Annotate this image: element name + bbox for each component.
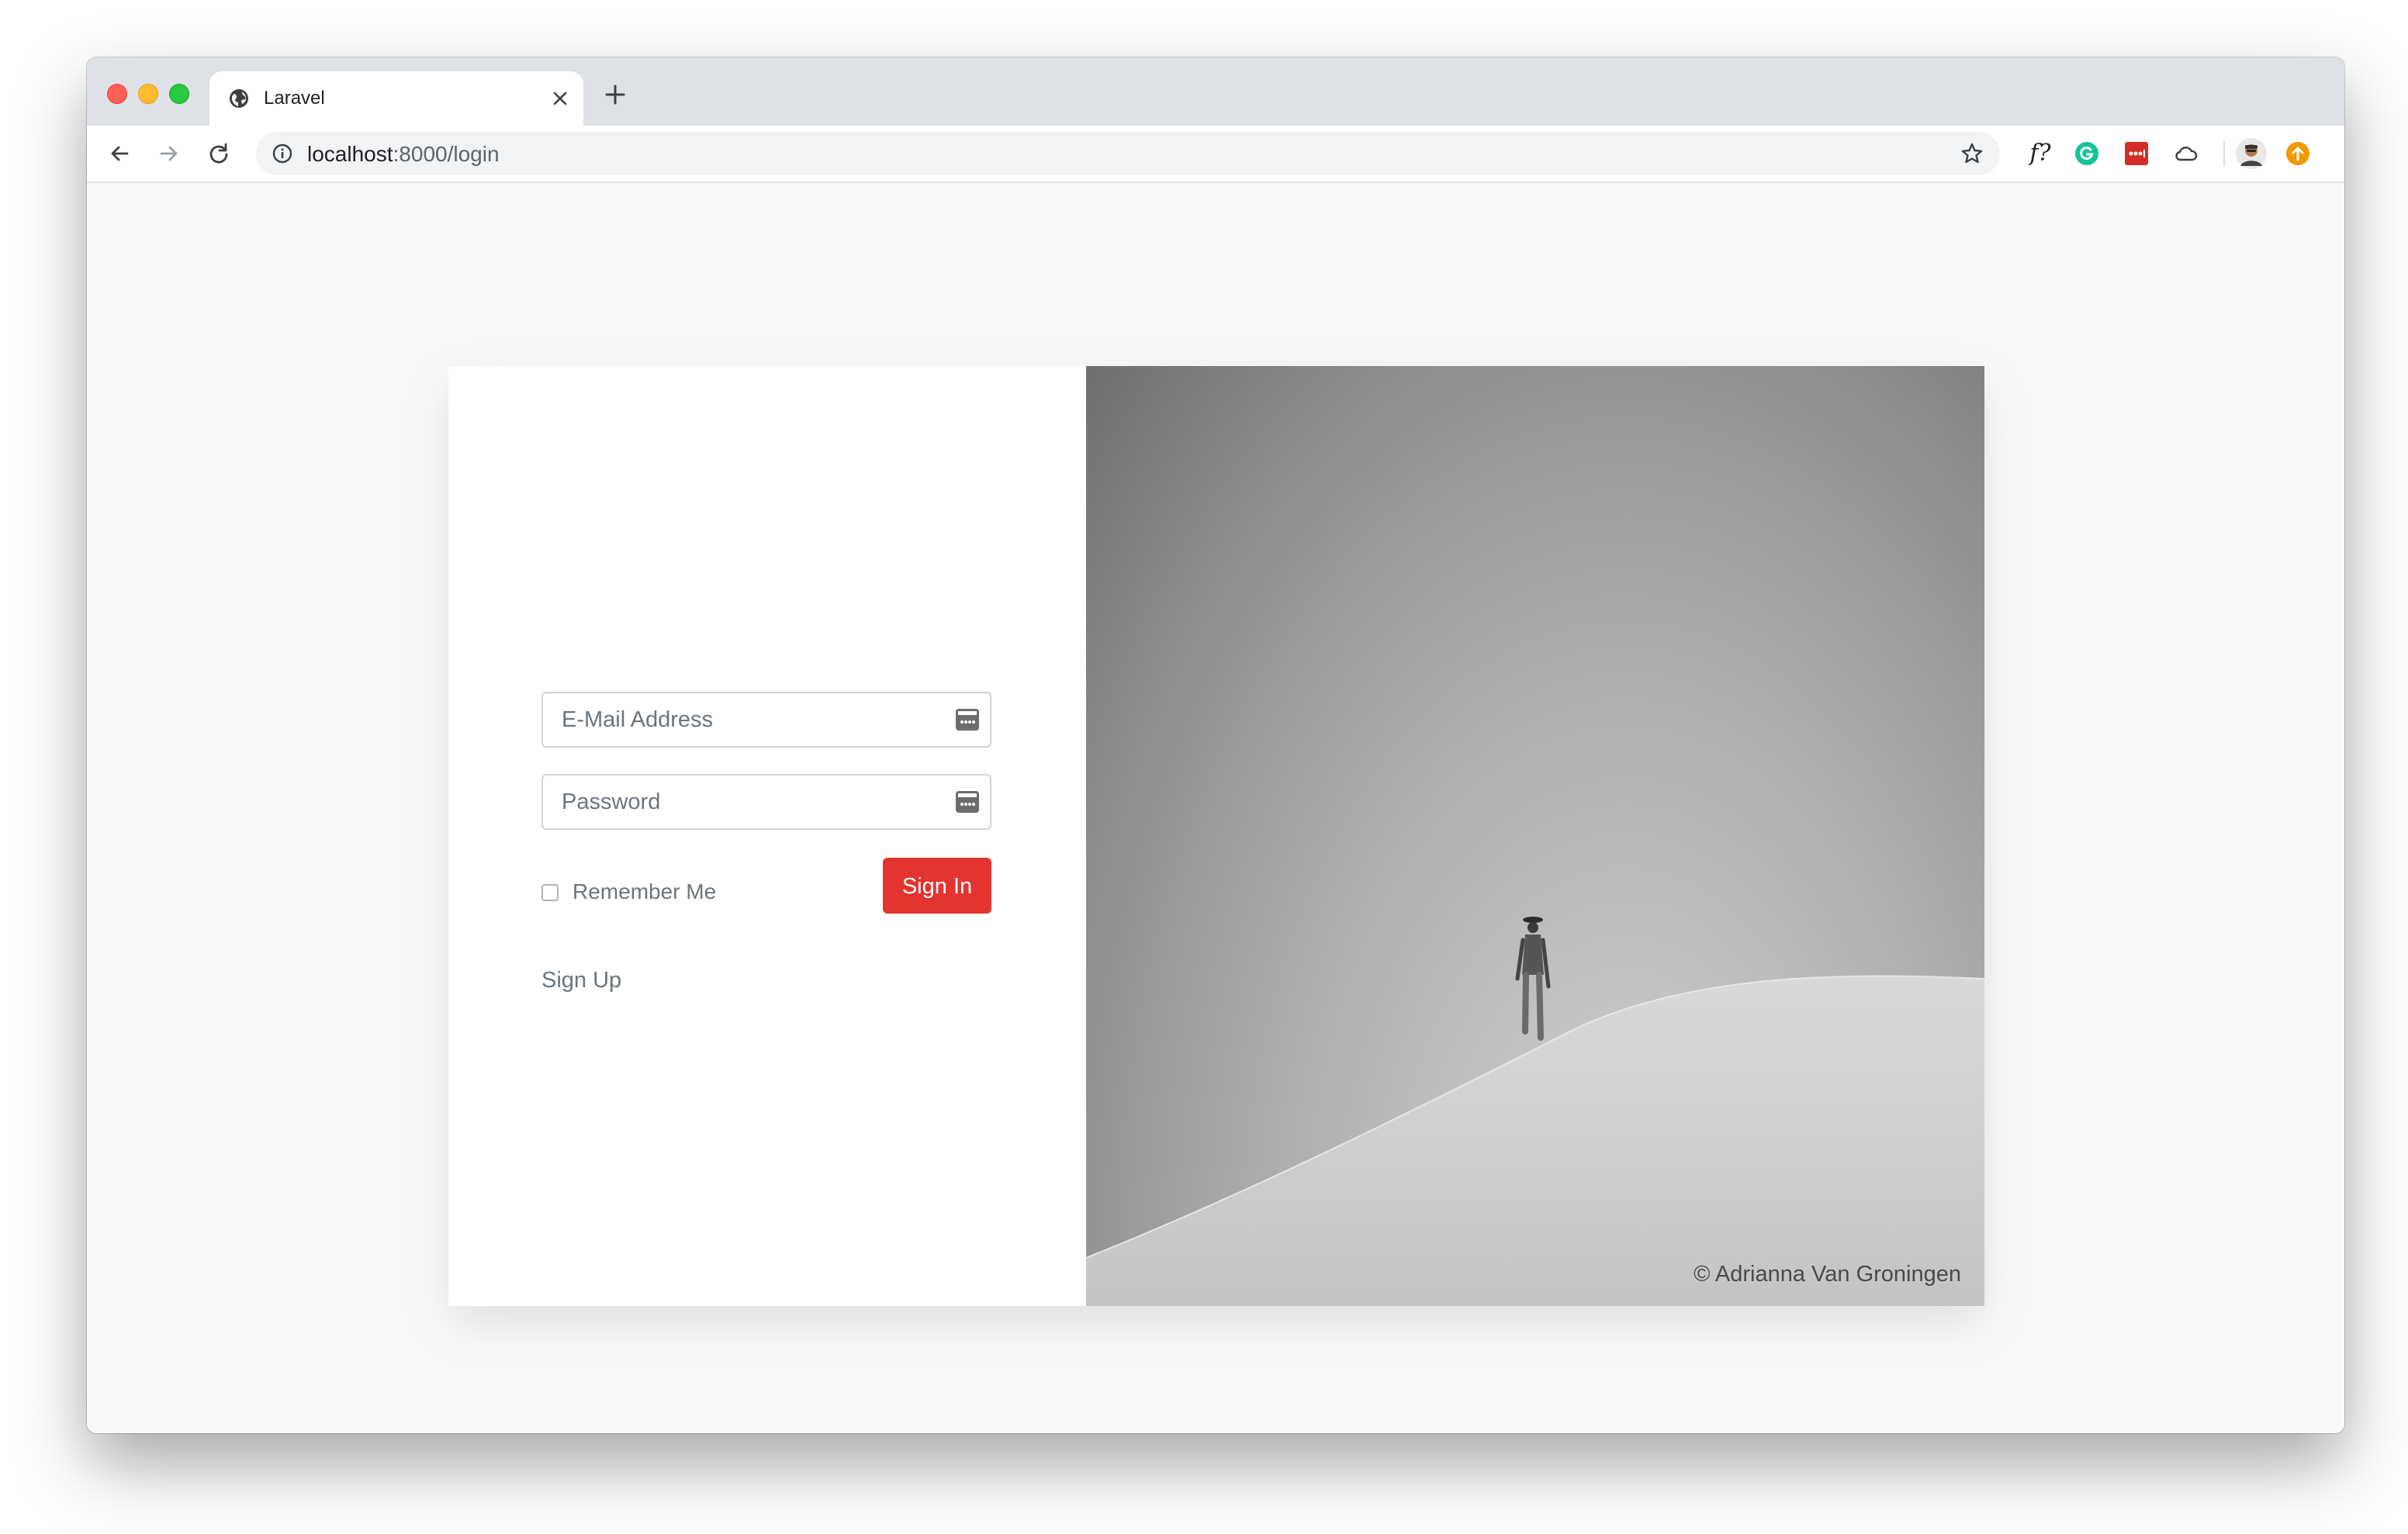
- browser-window: Laravel localhost:8000/login f? E-Mail A…: [87, 57, 2344, 1433]
- toolbar-separator: [2223, 141, 2225, 166]
- address-bar[interactable]: localhost:8000/login: [256, 132, 2000, 175]
- fonts-ninja-icon[interactable]: f?: [2025, 141, 2056, 166]
- sign-up-link[interactable]: Sign Up: [541, 968, 621, 993]
- bookmark-star-icon[interactable]: [1960, 141, 1984, 166]
- forward-arrow-icon[interactable]: [157, 141, 182, 166]
- url-text[interactable]: localhost:8000/login: [307, 142, 500, 167]
- maximize-window-button[interactable]: [169, 84, 189, 104]
- plus-icon[interactable]: [604, 83, 627, 106]
- remember-checkbox[interactable]: [541, 884, 559, 901]
- browser-toolbar: localhost:8000/login f?: [87, 126, 2344, 183]
- close-window-button[interactable]: [107, 84, 127, 104]
- info-icon[interactable]: [272, 143, 293, 164]
- email-field[interactable]: [541, 692, 991, 748]
- email-input[interactable]: [543, 693, 990, 746]
- password-field[interactable]: [541, 774, 991, 830]
- desert-dune-illustration: [1086, 917, 1984, 1306]
- grammarly-icon[interactable]: [2074, 141, 2099, 166]
- photo-credit: © Adrianna Van Groningen: [1694, 1262, 1961, 1287]
- close-icon[interactable]: [551, 89, 569, 108]
- globe-icon: [230, 89, 248, 108]
- reload-icon[interactable]: [206, 141, 231, 166]
- url-path: :8000/login: [393, 142, 500, 166]
- password-manager-icon[interactable]: [956, 791, 979, 813]
- desert-photo: © Adrianna Van Groningen: [1086, 366, 1984, 1306]
- password-manager-icon[interactable]: [956, 709, 979, 731]
- tab-strip: Laravel: [87, 57, 2344, 126]
- lastpass-icon[interactable]: [2124, 141, 2149, 166]
- remember-label[interactable]: Remember Me: [573, 879, 716, 904]
- password-input[interactable]: [543, 776, 990, 828]
- tab-title: Laravel: [264, 88, 325, 109]
- back-arrow-icon[interactable]: [107, 141, 132, 166]
- browser-tab[interactable]: Laravel: [209, 71, 583, 126]
- profile-avatar[interactable]: [2236, 138, 2267, 169]
- walking-person: [1515, 917, 1551, 1041]
- update-icon[interactable]: [2285, 141, 2310, 166]
- cloud-icon[interactable]: [2174, 141, 2199, 166]
- login-card: Remember Me Sign In Sign Up: [448, 366, 1984, 1306]
- page-content: Remember Me Sign In Sign Up: [87, 183, 2344, 1433]
- minimize-window-button[interactable]: [138, 84, 158, 104]
- url-host: localhost: [307, 142, 393, 166]
- login-form: Remember Me Sign In Sign Up: [448, 366, 1086, 1306]
- sign-in-button[interactable]: Sign In: [883, 858, 991, 914]
